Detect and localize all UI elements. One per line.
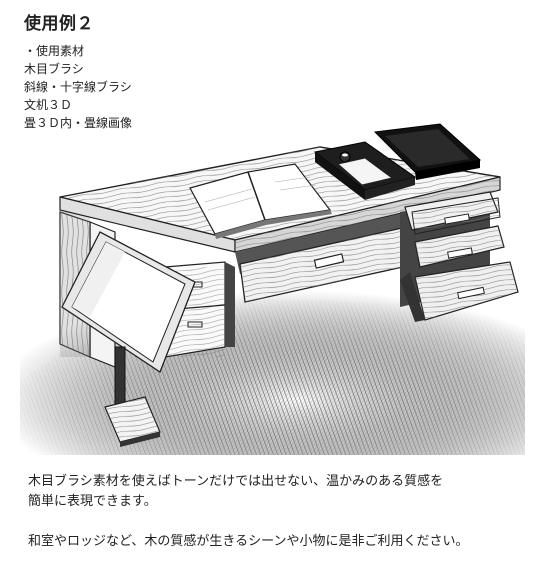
- material-item: 斜線・十字線ブラシ: [24, 80, 132, 94]
- description-line: 簡単に表現できます。: [28, 494, 157, 509]
- materials-header: ・使用素材: [24, 44, 85, 58]
- material-item: 木目ブラシ: [24, 62, 84, 76]
- description-line: 和室やロッジなど、木の質感が生きるシーンや小物に是非ご利用ください。: [28, 534, 469, 549]
- description: 木目ブラシ素材を使えばトーンだけでは出せない、温かみのある質感を 簡単に表現でき…: [28, 472, 468, 552]
- desk-illustration: [20, 123, 525, 455]
- description-line: 木目ブラシ素材を使えばトーンだけでは出せない、温かみのある質感を: [28, 474, 444, 489]
- material-item: 文机３Ｄ: [24, 98, 73, 112]
- materials-list: ・使用素材 木目ブラシ 斜線・十字線ブラシ 文机３Ｄ 畳３Ｄ内・畳線画像: [24, 42, 132, 132]
- page-title: 使用例２: [24, 14, 94, 34]
